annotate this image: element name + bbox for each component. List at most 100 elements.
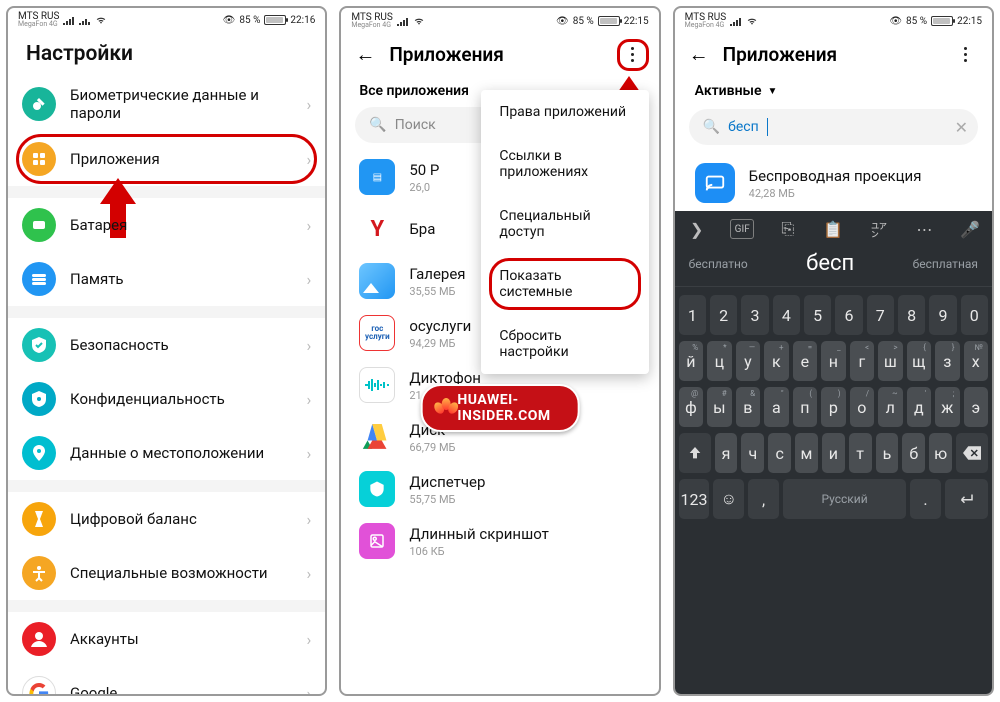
emoji-key[interactable]: ☺ (713, 479, 744, 519)
key-4[interactable]: 4 (773, 295, 800, 335)
key-п[interactable]: п( (793, 387, 817, 427)
numpad-key[interactable]: 123 (679, 479, 710, 519)
key-г[interactable]: г< (850, 341, 874, 381)
key-ч[interactable]: ч (741, 433, 764, 473)
key-щ[interactable]: щ{ (907, 341, 931, 381)
key-р[interactable]: р) (821, 387, 845, 427)
key-л[interactable]: л~ (878, 387, 902, 427)
key-н[interactable]: н_ (821, 341, 845, 381)
key-ж[interactable]: ж; (935, 387, 959, 427)
app-size: 26,0 (409, 181, 439, 194)
kb-translate-icon[interactable]: ㍐ (867, 219, 891, 239)
space-key[interactable]: Русский (783, 479, 906, 519)
settings-item-2[interactable]: Батарея› (8, 198, 325, 252)
kb-mic-icon[interactable]: 🎤 (958, 219, 982, 239)
key-в[interactable]: в& (736, 387, 760, 427)
backspace-key[interactable] (956, 433, 988, 473)
key-5[interactable]: 5 (804, 295, 831, 335)
signal-icon (63, 15, 75, 25)
status-bar: MTS RUS MegaFon 4G 👁 85 % 22:15 (341, 8, 658, 32)
kb-toolbar: ❯ GIF ⎘ 📋 ㍐ ⋯ 🎤 (675, 211, 992, 247)
key-х[interactable]: х№ (964, 341, 988, 381)
app-icon (359, 523, 395, 559)
kb-clipboard-icon[interactable]: 📋 (821, 219, 845, 239)
app-row[interactable]: Длинный скриншот106 КБ (341, 515, 658, 567)
key-3[interactable]: 3 (741, 295, 768, 335)
settings-item-3[interactable]: Память› (8, 252, 325, 306)
settings-item-8[interactable]: Специальные возможности› (8, 546, 325, 600)
key-ш[interactable]: ш> (878, 341, 902, 381)
status-bar: MTS RUS MegaFon 4G 👁 85 % 22:15 (675, 8, 992, 32)
settings-item-label: Данные о местоположении (70, 444, 293, 462)
kb-settings-icon[interactable]: ⎘ (776, 219, 800, 239)
kb-suggest-right[interactable]: бесплатная (913, 257, 978, 271)
overflow-menu-button[interactable] (621, 43, 645, 67)
filter-dropdown[interactable]: Активные ▼ (675, 77, 992, 109)
kb-suggest-mid[interactable]: бесп (806, 251, 854, 276)
menu-item[interactable]: Права приложений (481, 90, 648, 134)
key-к[interactable]: к+ (764, 341, 788, 381)
key-ц[interactable]: ц* (707, 341, 731, 381)
settings-item-5[interactable]: Конфиденциальность› (8, 372, 325, 426)
key-з[interactable]: з} (935, 341, 959, 381)
settings-item-6[interactable]: Данные о местоположении› (8, 426, 325, 480)
key-д[interactable]: д' (907, 387, 931, 427)
key-6[interactable]: 6 (835, 295, 862, 335)
settings-item-icon (22, 87, 56, 121)
overflow-menu-button[interactable] (954, 43, 978, 67)
key-у[interactable]: у— (736, 341, 760, 381)
settings-item-10[interactable]: Google› (8, 666, 325, 696)
settings-item-0[interactable]: Биометрические данные и пароли› (8, 76, 325, 132)
key-ф[interactable]: ф@ (679, 387, 703, 427)
key-я[interactable]: я (715, 433, 738, 473)
enter-key[interactable] (945, 479, 988, 519)
key-1[interactable]: 1 (679, 295, 706, 335)
settings-item-7[interactable]: Цифровой баланс› (8, 492, 325, 546)
search-input[interactable]: 🔍 бесп ✕ (689, 109, 978, 145)
key-е[interactable]: е= (793, 341, 817, 381)
kb-gif-icon[interactable]: GIF (730, 219, 754, 239)
menu-item[interactable]: Показать системные (481, 254, 648, 314)
clear-icon[interactable]: ✕ (955, 118, 968, 137)
shift-key[interactable] (679, 433, 711, 473)
settings-item-label: Конфиденциальность (70, 390, 293, 408)
key-ю[interactable]: ю (929, 433, 952, 473)
settings-item-9[interactable]: Аккаунты› (8, 612, 325, 666)
key-ы[interactable]: ы# (707, 387, 731, 427)
key-8[interactable]: 8 (898, 295, 925, 335)
menu-item[interactable]: Специальный доступ (481, 194, 648, 254)
kb-chevron-icon[interactable]: ❯ (685, 219, 709, 239)
back-icon[interactable]: ← (689, 42, 709, 67)
settings-item-4[interactable]: Безопасность› (8, 318, 325, 372)
key-а[interactable]: а" (764, 387, 788, 427)
settings-item-label: Батарея (70, 216, 293, 234)
menu-item[interactable]: Сбросить настройки (481, 314, 648, 374)
key-2[interactable]: 2 (710, 295, 737, 335)
settings-item-1[interactable]: Приложения› (8, 132, 325, 186)
key-ь[interactable]: ь (876, 433, 899, 473)
key-о[interactable]: о/ (850, 387, 874, 427)
menu-item[interactable]: Ссылки в приложениях (481, 134, 648, 194)
kb-suggest-left[interactable]: бесплатно (689, 257, 748, 271)
key-м[interactable]: м (795, 433, 818, 473)
battery-icon (598, 16, 620, 26)
key-й[interactable]: й% (679, 341, 703, 381)
key-7[interactable]: 7 (867, 295, 894, 335)
kb-more-icon[interactable]: ⋯ (912, 219, 936, 239)
app-row[interactable]: Диспетчер55,75 МБ (341, 463, 658, 515)
watermark: HUAWEI-INSIDER.COM (421, 384, 580, 432)
key-б[interactable]: б (902, 433, 925, 473)
key-т[interactable]: т (849, 433, 872, 473)
key-9[interactable]: 9 (929, 295, 956, 335)
back-icon[interactable]: ← (355, 42, 375, 67)
key-с[interactable]: с (768, 433, 791, 473)
key-и[interactable]: и (822, 433, 845, 473)
settings-item-label: Google (70, 684, 293, 696)
comma-key[interactable]: , (748, 479, 779, 519)
page-title: Приложения (723, 43, 940, 66)
app-name: осуслуги (409, 317, 471, 335)
key-0[interactable]: 0 (961, 295, 988, 335)
period-key[interactable]: . (910, 479, 941, 519)
key-э[interactable]: э (964, 387, 988, 427)
search-result-row[interactable]: Беспроводная проекция 42,28 МБ (675, 155, 992, 211)
